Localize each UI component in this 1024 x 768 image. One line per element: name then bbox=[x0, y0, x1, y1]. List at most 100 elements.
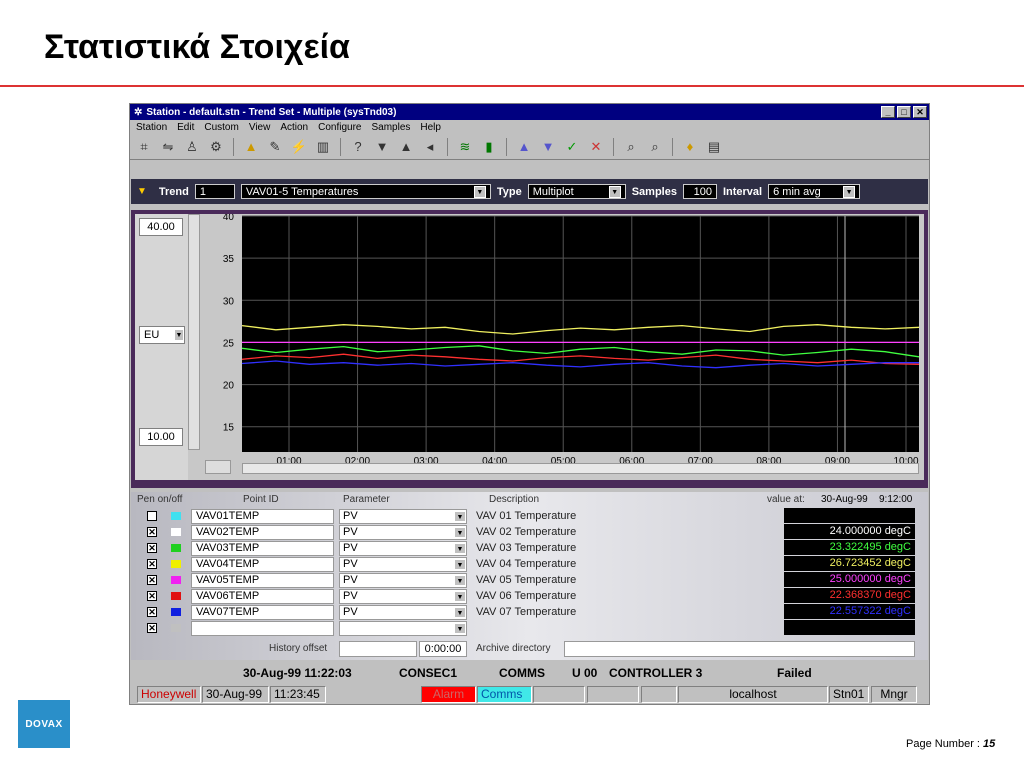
pen-toggle-checkbox[interactable]: ✕ bbox=[147, 607, 157, 617]
dropdown-arrow-icon[interactable]: ▼ bbox=[454, 543, 466, 554]
title-divider bbox=[0, 85, 1024, 87]
zoom-out-icon[interactable]: ⌕ bbox=[645, 137, 665, 157]
archive-directory-input[interactable] bbox=[564, 641, 915, 657]
pin-icon[interactable]: ♦ bbox=[680, 137, 700, 157]
menu-samples[interactable]: Samples bbox=[371, 122, 410, 133]
parameter-select[interactable]: PV ▼ bbox=[339, 557, 467, 572]
network-icon[interactable]: ⌗ bbox=[134, 137, 154, 157]
type-select[interactable]: Multiplot ▼ bbox=[527, 184, 626, 199]
y-tick-label: 40 bbox=[223, 214, 235, 223]
parameter-select[interactable]: ▼ bbox=[339, 621, 467, 636]
point-id-input[interactable]: VAV06TEMP bbox=[191, 589, 334, 604]
menu-edit[interactable]: Edit bbox=[177, 122, 194, 133]
menu-action[interactable]: Action bbox=[280, 122, 308, 133]
point-id-input[interactable]: VAV01TEMP bbox=[191, 509, 334, 524]
pen-toggle-checkbox[interactable]: ✕ bbox=[147, 543, 157, 553]
dropdown-arrow-icon[interactable]: ▼ bbox=[454, 511, 466, 522]
point-id-input[interactable]: VAV03TEMP bbox=[191, 541, 334, 556]
parameter-select[interactable]: PV ▼ bbox=[339, 605, 467, 620]
pen-toggle-checkbox[interactable]: ✕ bbox=[147, 527, 157, 537]
event-icon[interactable]: ⚡ bbox=[289, 137, 309, 157]
operator-icon[interactable]: ♙ bbox=[182, 137, 202, 157]
point-id-input[interactable]: VAV02TEMP bbox=[191, 525, 334, 540]
trend-icon[interactable]: ≋ bbox=[455, 137, 475, 157]
dropdown-arrow-icon[interactable]: ▼ bbox=[454, 623, 466, 634]
trend-set-value: VAV01-5 Temperatures bbox=[245, 185, 359, 198]
parameter-select[interactable]: PV ▼ bbox=[339, 509, 467, 524]
dropdown-arrow-icon[interactable]: ▼ bbox=[608, 185, 621, 198]
menu-help[interactable]: Help bbox=[420, 122, 441, 133]
menu-station[interactable]: Station bbox=[136, 122, 167, 133]
window-titlebar[interactable]: ✲ Station - default.stn - Trend Set - Mu… bbox=[130, 104, 929, 120]
comms-indicator[interactable]: Comms bbox=[477, 686, 532, 703]
dropdown-arrow-icon[interactable]: ▼ bbox=[454, 591, 466, 602]
pen-color-swatch bbox=[171, 608, 181, 616]
zoom-in-icon[interactable]: ⌕ bbox=[621, 137, 641, 157]
dropdown-arrow-icon[interactable]: ▼ bbox=[174, 329, 184, 341]
pen-toggle-checkbox[interactable]: ✕ bbox=[147, 623, 157, 633]
page-back-icon[interactable]: ◂ bbox=[420, 137, 440, 157]
pen-toggle-checkbox[interactable]: ✕ bbox=[147, 575, 157, 585]
toolbar-separator bbox=[233, 137, 234, 156]
description-text: VAV 04 Temperature bbox=[476, 558, 577, 570]
pen-header: Pen on/off bbox=[137, 494, 183, 505]
help-page-icon[interactable]: ? bbox=[348, 137, 368, 157]
cancel-icon[interactable]: ✕ bbox=[586, 137, 606, 157]
menu-view[interactable]: View bbox=[249, 122, 271, 133]
history-date-input[interactable] bbox=[339, 641, 417, 657]
pen-toggle-checkbox[interactable]: ✕ bbox=[147, 559, 157, 569]
trend-number-input[interactable]: 1 bbox=[194, 184, 235, 199]
parameter-select[interactable]: PV ▼ bbox=[339, 589, 467, 604]
point-id-input[interactable]: VAV04TEMP bbox=[191, 557, 334, 572]
check-icon[interactable]: ✓ bbox=[562, 137, 582, 157]
value-at-label: value at: bbox=[767, 494, 805, 505]
horizontal-scrollbar[interactable] bbox=[242, 463, 919, 474]
bars-icon[interactable]: ▮ bbox=[479, 137, 499, 157]
point-id-input[interactable]: VAV07TEMP bbox=[191, 605, 334, 620]
samples-input[interactable]: 100 bbox=[682, 184, 717, 199]
point-id-input[interactable]: VAV05TEMP bbox=[191, 573, 334, 588]
alarm-bell-icon[interactable]: ▲ bbox=[241, 137, 261, 157]
page-down-icon[interactable]: ▼ bbox=[372, 137, 392, 157]
menu-configure[interactable]: Configure bbox=[318, 122, 361, 133]
interval-select[interactable]: 6 min avg ▼ bbox=[768, 184, 861, 199]
folder-icon[interactable] bbox=[205, 460, 231, 474]
pen-color-swatch bbox=[171, 528, 181, 536]
book-icon[interactable]: ▥ bbox=[313, 137, 333, 157]
down-arrow-icon[interactable]: ▼ bbox=[538, 137, 558, 157]
dropdown-arrow-icon[interactable]: ▼ bbox=[454, 575, 466, 586]
pen-toggle-checkbox[interactable]: ✕ bbox=[147, 591, 157, 601]
archive-label: Archive directory bbox=[476, 643, 551, 654]
collapse-arrow-icon[interactable]: ▼ bbox=[137, 186, 147, 197]
page-up-icon[interactable]: ▲ bbox=[396, 137, 416, 157]
system-icon[interactable]: ⚙ bbox=[206, 137, 226, 157]
dropdown-arrow-icon[interactable]: ▼ bbox=[454, 527, 466, 538]
scale-low-input[interactable]: 10.00 bbox=[139, 428, 183, 446]
maximize-button[interactable]: □ bbox=[897, 106, 911, 118]
scale-high-input[interactable]: 40.00 bbox=[139, 218, 183, 236]
menu-custom[interactable]: Custom bbox=[204, 122, 238, 133]
dropdown-arrow-icon[interactable]: ▼ bbox=[843, 185, 856, 198]
pen-toggle-checkbox[interactable] bbox=[147, 511, 157, 521]
parameter-select[interactable]: PV ▼ bbox=[339, 573, 467, 588]
minimize-button[interactable]: _ bbox=[881, 106, 895, 118]
parameter-select[interactable]: PV ▼ bbox=[339, 525, 467, 540]
dropdown-arrow-icon[interactable]: ▼ bbox=[473, 185, 486, 198]
dropdown-arrow-icon[interactable]: ▼ bbox=[454, 559, 466, 570]
close-button[interactable]: ✕ bbox=[913, 106, 927, 118]
parameter-select[interactable]: PV ▼ bbox=[339, 541, 467, 556]
alarm-indicator[interactable]: Alarm bbox=[421, 686, 476, 703]
report-icon[interactable]: ▤ bbox=[704, 137, 724, 157]
pen-color-swatch bbox=[171, 512, 181, 520]
up-arrow-icon[interactable]: ▲ bbox=[514, 137, 534, 157]
point-id-input[interactable] bbox=[191, 621, 334, 636]
unit-select[interactable]: EU ▼ bbox=[139, 326, 185, 344]
trend-set-select[interactable]: VAV01-5 Temperatures ▼ bbox=[240, 184, 491, 199]
acknowledge-icon[interactable]: ✎ bbox=[265, 137, 285, 157]
samples-value: 100 bbox=[693, 185, 712, 198]
connect-icon[interactable]: ⇋ bbox=[158, 137, 178, 157]
dropdown-arrow-icon[interactable]: ▼ bbox=[454, 607, 466, 618]
status-cell-empty bbox=[533, 686, 585, 703]
status-time: 11:23:45 bbox=[270, 686, 326, 703]
history-offset-input[interactable]: 0:00:00 bbox=[419, 641, 467, 657]
